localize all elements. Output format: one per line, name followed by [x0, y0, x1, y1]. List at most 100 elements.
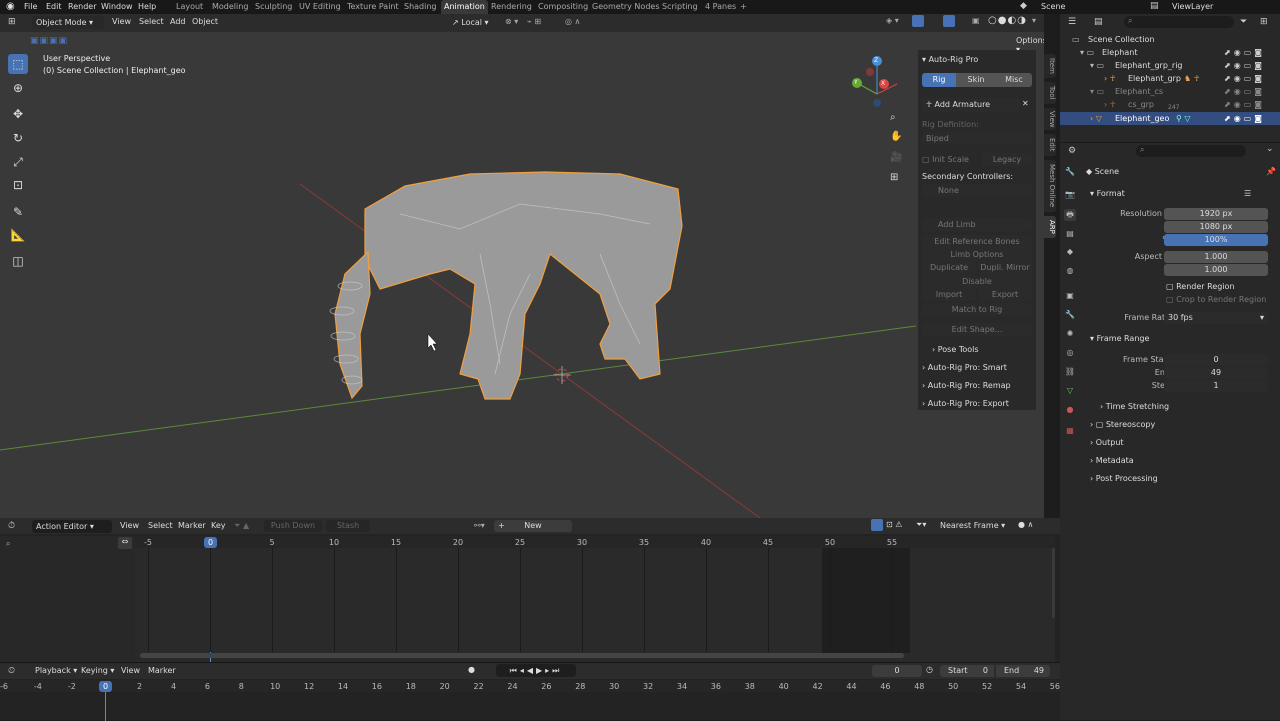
frame-step-field[interactable]: 1 [1164, 380, 1268, 392]
new-action-button[interactable]: + New [494, 520, 572, 532]
menu-help[interactable]: Help [138, 0, 156, 14]
timeline-frame-badge[interactable]: 0 [99, 681, 112, 692]
pan-hand-icon[interactable]: ✋ [890, 131, 902, 142]
outliner-row-elephant-grp-rig[interactable]: ▾ ▭ Elephant_grp_rig ⬈◉▭◙ [1060, 59, 1280, 72]
show-hidden-icon[interactable]: ⊡ ⚠ [886, 520, 902, 529]
export-button[interactable]: Export [978, 288, 1032, 301]
vtab-tool[interactable]: Tool [1044, 82, 1056, 104]
tab-geometry-nodes[interactable]: Geometry Nodes [589, 0, 662, 14]
vp-menu-select[interactable]: Select [139, 17, 164, 26]
secondary-controllers-dropdown[interactable]: None [922, 184, 1032, 197]
mode-dropdown[interactable]: Object Mode ▾ [32, 16, 104, 29]
metadata-section[interactable]: › Metadata [1090, 456, 1134, 465]
tab-rendering[interactable]: Rendering [488, 0, 535, 14]
tool-props-icon[interactable]: 🔧 [1064, 166, 1076, 178]
ae-menu-marker[interactable]: Marker [178, 521, 206, 530]
tab-animation[interactable]: Animation [441, 0, 488, 14]
texture-props-icon[interactable]: ▦ [1064, 425, 1076, 437]
frame-range-section[interactable]: ▾ Frame Range [1090, 334, 1149, 343]
transform-tool-icon[interactable]: ⊡ [8, 175, 28, 195]
xray-icon[interactable]: ▣ [972, 16, 980, 25]
add-limb-dropdown[interactable]: Add Limb [922, 218, 1032, 231]
vertical-scrollbar[interactable] [1052, 548, 1055, 618]
visibility-icon[interactable]: ◈ ▾ [886, 16, 899, 25]
vtab-arp[interactable]: ARP [1044, 216, 1056, 238]
arp-tab-rig[interactable]: Rig [922, 73, 956, 87]
tl-menu-view[interactable]: View [121, 666, 140, 675]
vp-menu-add[interactable]: Add [170, 17, 186, 26]
timeline-editor[interactable]: ⏲ Playback ▾ Keying ▾ View Marker ● ⏮◂◀▶… [0, 662, 1060, 721]
disable-button[interactable]: Disable [922, 275, 1032, 288]
init-scale-checkbox[interactable]: ▢ Init Scale [922, 155, 969, 164]
render-region-checkbox[interactable]: ▢ Render Region [1166, 282, 1235, 291]
add-armature-dropdown[interactable]: ☥ Add Armature [922, 98, 1020, 112]
horizontal-scrollbar[interactable] [140, 653, 904, 658]
pivot-icon[interactable]: ⊗ ▾ [505, 17, 518, 26]
key-arrows-icon[interactable]: ⏷ ▲ [234, 521, 249, 531]
scene-props-icon[interactable]: ◆ [1064, 246, 1076, 258]
menu-render[interactable]: Render [68, 0, 96, 14]
physics-props-icon[interactable]: ◎ [1064, 347, 1076, 359]
playhead-frame-badge[interactable]: 0 [204, 537, 217, 548]
display-mode-icon[interactable]: ▤ [1094, 17, 1103, 27]
proportional-edit-icon[interactable]: ◎ ∧ [565, 17, 580, 26]
transform-orientation-dropdown[interactable]: ↗ Local ▾ [448, 16, 498, 29]
editor-type-icon[interactable]: ⊞ [8, 17, 16, 27]
crop-region-checkbox[interactable]: ▢ Crop to Render Region [1166, 295, 1266, 304]
pose-tools-section[interactable]: › Pose Tools [932, 345, 979, 354]
arp-tab-misc[interactable]: Misc [996, 73, 1032, 87]
channel-search-icon[interactable]: ⌕ [6, 539, 10, 549]
tab-scripting[interactable]: Scripting [659, 0, 701, 14]
annotate-tool-icon[interactable]: ✎ [8, 202, 28, 222]
presets-icon[interactable]: ☰ [1244, 189, 1251, 198]
legacy-button[interactable]: Legacy [982, 153, 1032, 166]
time-stretching-section[interactable]: › Time Stretching [1100, 402, 1169, 411]
edit-shape-button[interactable]: Edit Shape... [922, 323, 1032, 336]
menu-file[interactable]: File [24, 0, 37, 14]
tab-shading[interactable]: Shading [401, 0, 440, 14]
cursor-tool-icon[interactable]: ⊕ [8, 78, 28, 98]
pin-icon[interactable]: 📌 [1266, 167, 1276, 176]
tl-menu-playback[interactable]: Playback ▾ [35, 666, 77, 675]
close-icon[interactable]: ✕ [1022, 99, 1029, 108]
arp-export-section[interactable]: › Auto-Rig Pro: Export [922, 399, 1009, 408]
properties-search-input[interactable]: ⌕ [1136, 145, 1246, 157]
visibility-icons[interactable]: ⬈◉▭◙ [1224, 72, 1265, 85]
collapse-icon[interactable]: ▾ ▭ [1080, 46, 1094, 59]
shading-mode-icons[interactable]: ○●◐◑ [988, 15, 1027, 26]
preview-range-icon[interactable]: ◷ [926, 665, 933, 674]
timeline-ruler[interactable] [0, 680, 1060, 692]
camera-view-icon[interactable]: 🎥 [890, 152, 902, 163]
output-props-icon[interactable]: 🖶 [1064, 209, 1076, 221]
select-box-tool-icon[interactable]: ⬚ [8, 54, 28, 74]
editor-type-icon[interactable]: ⏱ [8, 521, 15, 531]
action-editor[interactable]: ⏱ Action Editor ▾ View Select Marker Key… [0, 518, 1060, 662]
end-frame-field[interactable]: End 49 [996, 665, 1050, 677]
res-y-field[interactable]: 1080 px [1164, 221, 1268, 233]
outliner-row-scene-collection[interactable]: ▭ Scene Collection [1060, 33, 1280, 46]
outliner-row-elephant[interactable]: ▾ ▭ Elephant ⬈◉▭◙ [1060, 46, 1280, 59]
collapse-icon[interactable]: ▾ ▭ [1090, 85, 1104, 98]
edit-reference-bones-button[interactable]: Edit Reference Bones [922, 235, 1032, 248]
visibility-icons[interactable]: ⬈◉▭◙ [1224, 46, 1265, 59]
format-section[interactable]: ▾ Format [1090, 189, 1125, 198]
tl-menu-keying[interactable]: Keying ▾ [81, 666, 114, 675]
material-props-icon[interactable]: ● [1064, 404, 1076, 416]
outliner-row-elephant-geo[interactable]: › ▽ Elephant_geo ⚲ ▽ ⬈◉▭◙ [1060, 112, 1280, 125]
limb-options-button[interactable]: Limb Options [922, 248, 1032, 261]
view-layer-props-icon[interactable]: ▤ [1064, 228, 1076, 240]
visibility-icons[interactable]: ⬈◉▭◙ [1224, 98, 1265, 111]
vtab-item[interactable]: Item [1044, 54, 1056, 78]
move-tool-icon[interactable]: ✥ [8, 104, 28, 124]
shading-dropdown-icon[interactable]: ▾ [1032, 16, 1036, 25]
import-button[interactable]: Import [922, 288, 976, 301]
tab-4-panes[interactable]: 4 Panes [702, 0, 739, 14]
pin-dropdown-icon[interactable]: ⌄ [1266, 144, 1274, 154]
stash-button[interactable]: Stash [326, 520, 370, 532]
current-frame-field[interactable]: 0 [872, 665, 922, 677]
proportional-icon[interactable]: ● ∧ [1018, 520, 1033, 529]
frame-start-field[interactable]: 0 [1164, 354, 1268, 366]
aspect-x-field[interactable]: 1.000 [1164, 251, 1268, 263]
select-mode-icons[interactable]: ▣▣▣▣ [30, 36, 68, 46]
res-pct-field[interactable]: 100% [1164, 234, 1268, 246]
